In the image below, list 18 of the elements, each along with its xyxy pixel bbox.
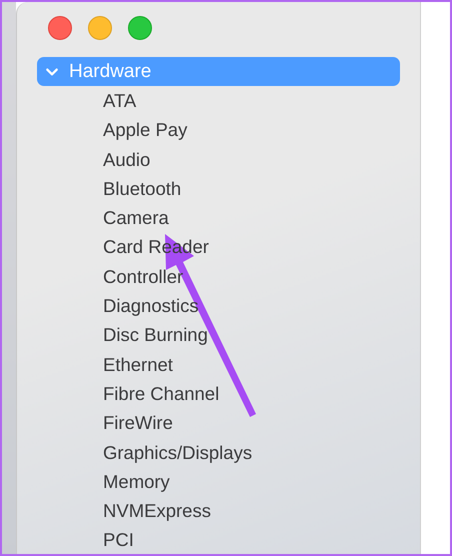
sidebar-item[interactable]: NVMExpress xyxy=(103,496,400,526)
close-icon[interactable] xyxy=(48,16,72,40)
sidebar-item[interactable]: Graphics/Displays xyxy=(103,438,400,467)
sidebar-item[interactable]: Ethernet xyxy=(103,350,400,379)
sidebar-item[interactable]: Controller xyxy=(103,262,400,292)
zoom-icon[interactable] xyxy=(128,16,152,40)
sidebar-item[interactable]: Bluetooth xyxy=(103,174,400,204)
sidebar-item[interactable]: Disc Burning xyxy=(103,320,400,350)
sidebar-item[interactable]: Camera xyxy=(103,203,400,232)
sidebar-item[interactable]: ATA xyxy=(103,86,400,116)
sidebar-item[interactable]: Memory xyxy=(103,466,400,496)
sidebar-item[interactable]: Diagnostics xyxy=(103,291,400,320)
sidebar-item[interactable]: PCI xyxy=(103,525,400,554)
sidebar-item[interactable]: Fibre Channel xyxy=(103,378,400,408)
sidebar-item[interactable]: Audio xyxy=(103,144,400,174)
minimize-icon[interactable] xyxy=(88,16,112,40)
sidebar-item[interactable]: Apple Pay xyxy=(103,115,400,145)
sidebar-item[interactable]: FireWire xyxy=(103,408,400,438)
